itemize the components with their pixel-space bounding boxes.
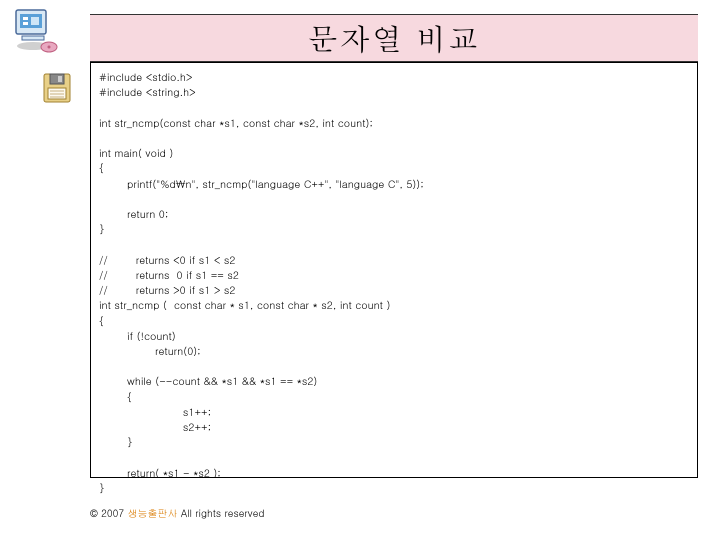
footer: © 2007 생능출판사 All rights reserved — [90, 506, 264, 520]
footer-prefix: © 2007 — [90, 506, 127, 520]
page-title: 문자열 비교 — [308, 17, 480, 59]
code-box: #include <stdio.h> #include <string.h> i… — [90, 62, 698, 478]
floppy-disk-icon — [42, 72, 72, 104]
footer-suffix: All rights reserved — [177, 506, 264, 520]
computer-icon — [12, 6, 62, 56]
title-band: 문자열 비교 — [90, 14, 698, 62]
footer-publisher: 생능출판사 — [127, 506, 177, 520]
